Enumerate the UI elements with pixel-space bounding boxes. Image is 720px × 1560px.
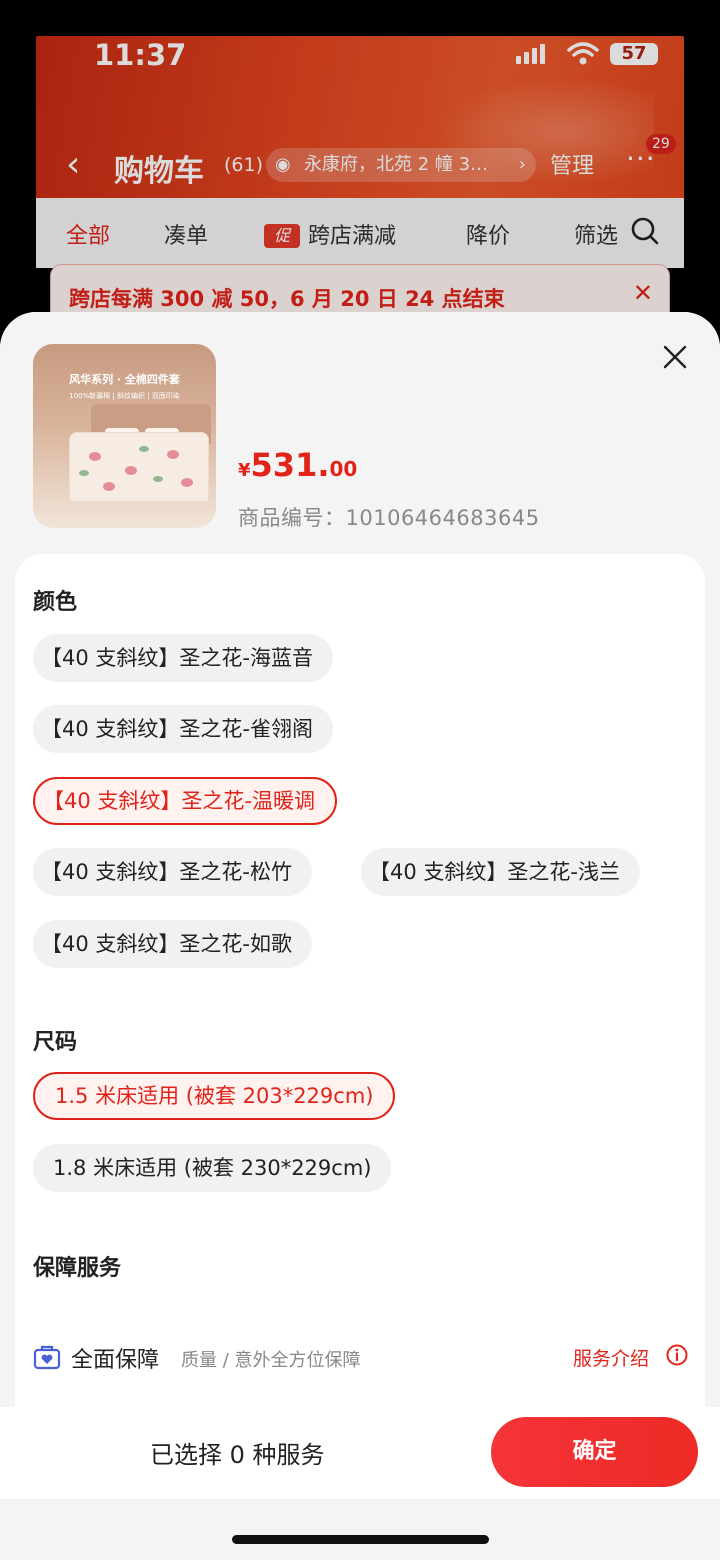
product-sku: 商品编号：10106464683645 (238, 506, 540, 530)
price-decimal: 00 (329, 457, 358, 481)
bottom-action-bar: 已选择 0 种服务 确定 (0, 1407, 720, 1499)
product-image-title: 风华系列 · 全棉四件套 (69, 373, 180, 386)
size-section-title: 尺码 (33, 1030, 78, 1055)
service-section-title: 保障服务 (33, 1256, 122, 1281)
size-option-selected[interactable]: 1.5 米床适用 (被套 203*229cm) (33, 1072, 396, 1120)
currency-symbol: ¥ (238, 460, 251, 481)
sku-selector-sheet: 风华系列 · 全棉四件套 100%新疆棉 | 斜纹编织 | 双面印染 ¥531.… (0, 312, 720, 1560)
confirm-button[interactable]: 确定 (491, 1417, 698, 1487)
color-option[interactable]: 【40 支斜纹】圣之花-雀翎阁 (33, 705, 333, 753)
color-option[interactable]: 【40 支斜纹】圣之花-浅兰 (361, 848, 640, 896)
home-indicator-area (0, 1499, 720, 1560)
options-card: 颜色 【40 支斜纹】圣之花-海蓝音 【40 支斜纹】圣之花-雀翎阁 【40 支… (15, 554, 705, 1554)
selected-services-count: 已选择 0 种服务 (150, 1441, 325, 1469)
color-option[interactable]: 【40 支斜纹】圣之花-如歌 (33, 920, 312, 968)
product-image-subtitle: 100%新疆棉 | 斜纹编织 | 双面印染 (69, 392, 180, 400)
service-info-link[interactable]: 服务介绍 (573, 1344, 649, 1371)
service-item[interactable]: 全面保障 质量 / 意外全方位保障 服务介绍 (33, 1338, 693, 1378)
close-icon[interactable] (662, 344, 688, 370)
color-option[interactable]: 【40 支斜纹】圣之花-海蓝音 (33, 634, 333, 682)
service-description: 质量 / 意外全方位保障 (181, 1350, 361, 1371)
color-option[interactable]: 【40 支斜纹】圣之花-松竹 (33, 848, 312, 896)
product-summary: 风华系列 · 全棉四件套 100%新疆棉 | 斜纹编织 | 双面印染 ¥531.… (0, 312, 720, 572)
size-option[interactable]: 1.8 米床适用 (被套 230*229cm) (33, 1144, 392, 1192)
protection-bag-icon (33, 1345, 61, 1370)
price-integer: 531. (250, 446, 330, 484)
info-icon[interactable] (665, 1343, 689, 1367)
bed-illustration (69, 432, 209, 502)
product-image-caption: 风华系列 · 全棉四件套 100%新疆棉 | 斜纹编织 | 双面印染 (53, 371, 196, 407)
color-option-selected[interactable]: 【40 支斜纹】圣之花-温暖调 (33, 777, 337, 825)
color-section-title: 颜色 (33, 590, 78, 615)
product-image: 风华系列 · 全棉四件套 100%新疆棉 | 斜纹编织 | 双面印染 (33, 344, 216, 528)
service-name: 全面保障 (71, 1348, 160, 1373)
home-indicator[interactable] (232, 1535, 489, 1544)
product-price: ¥531.00 (238, 446, 357, 484)
